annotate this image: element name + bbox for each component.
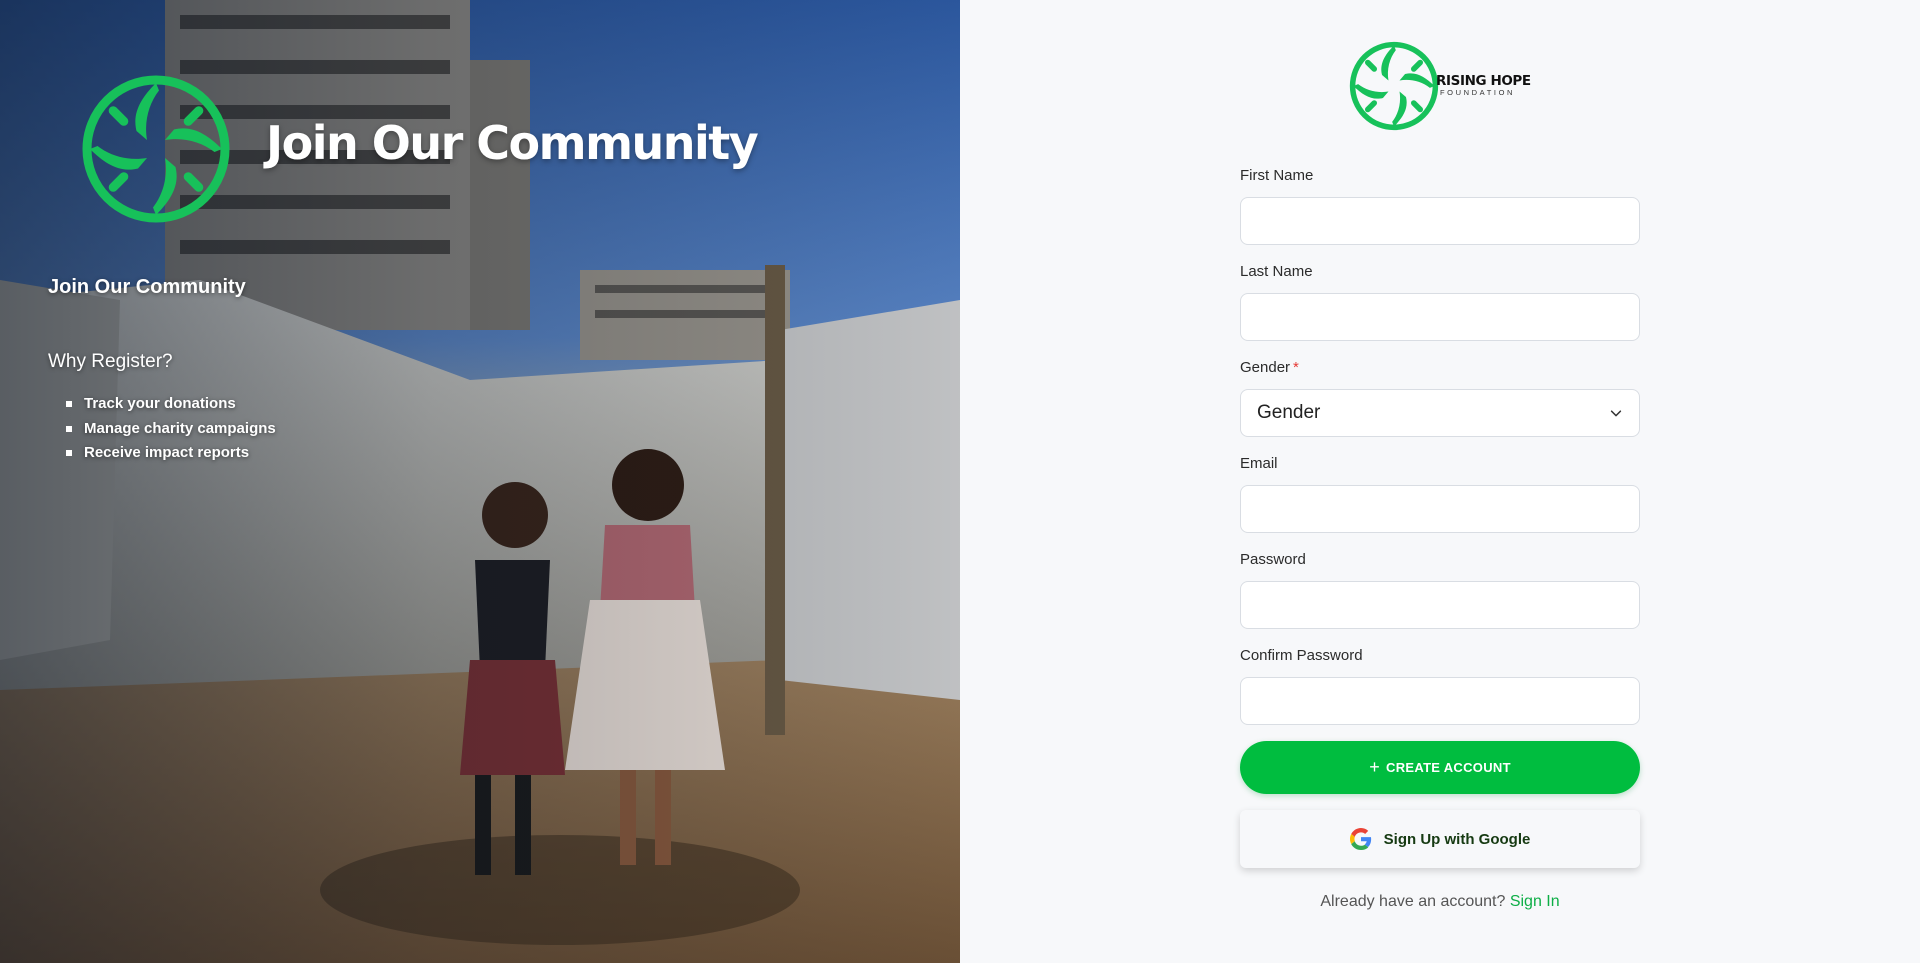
email-input[interactable] — [1240, 485, 1640, 533]
google-signup-label: Sign Up with Google — [1383, 830, 1531, 848]
email-label: Email — [1240, 455, 1278, 472]
signin-prompt: Already have an account? Sign In — [1240, 893, 1640, 911]
gender-field: Gender * Gender — [1240, 358, 1640, 437]
confirm-password-field: Confirm Password — [1240, 646, 1640, 725]
square-bullet-icon — [66, 450, 72, 457]
benefit-item: Manage charity campaigns — [66, 417, 276, 442]
required-marker: * — [1293, 359, 1299, 376]
benefit-item: Track your donations — [66, 392, 276, 417]
hero-panel: Join Our Community Join Our Community Wh… — [0, 0, 960, 963]
signin-prompt-text: Already have an account? — [1320, 893, 1506, 910]
create-account-button[interactable]: + CREATE ACCOUNT — [1240, 741, 1640, 794]
brand-name: RISING HOPE — [1436, 73, 1531, 89]
first-name-label: First Name — [1240, 167, 1314, 184]
square-bullet-icon — [66, 401, 72, 408]
chevron-down-icon — [1610, 410, 1622, 417]
confirm-password-label: Confirm Password — [1240, 647, 1363, 664]
password-input[interactable] — [1240, 581, 1640, 629]
create-account-label: CREATE ACCOUNT — [1386, 760, 1511, 775]
gender-select[interactable]: Gender — [1240, 389, 1640, 437]
gender-label: Gender * — [1240, 359, 1299, 376]
email-field: Email — [1240, 454, 1640, 533]
signup-panel: RISING HOPE FOUNDATION First Name Last N… — [960, 0, 1920, 963]
google-signup-button[interactable]: Sign Up with Google — [1240, 810, 1640, 868]
square-bullet-icon — [66, 425, 72, 432]
google-icon — [1349, 828, 1371, 850]
brand-logo: RISING HOPE FOUNDATION — [1348, 40, 1534, 132]
last-name-input[interactable] — [1240, 293, 1640, 341]
benefits-list: Track your donations Manage charity camp… — [66, 392, 276, 466]
plus-icon: + — [1369, 756, 1380, 777]
brand-tagline: FOUNDATION — [1440, 88, 1516, 97]
hands-circle-logo — [82, 75, 230, 223]
first-name-field: First Name — [1240, 166, 1640, 245]
password-field: Password — [1240, 550, 1640, 629]
signin-link[interactable]: Sign In — [1510, 893, 1560, 910]
password-label: Password — [1240, 551, 1306, 568]
hands-circle-logo-icon — [1349, 41, 1439, 131]
last-name-label: Last Name — [1240, 263, 1313, 280]
why-register-heading: Why Register? — [48, 351, 173, 372]
brand-wordmark: RISING HOPE FOUNDATION — [1436, 74, 1531, 98]
first-name-input[interactable] — [1240, 197, 1640, 245]
gender-selected-value: Gender — [1257, 402, 1321, 423]
benefit-item: Receive impact reports — [66, 441, 276, 466]
last-name-field: Last Name — [1240, 262, 1640, 341]
hero-title: Join Our Community — [266, 116, 759, 170]
confirm-password-input[interactable] — [1240, 677, 1640, 725]
hero-subtitle: Join Our Community — [48, 276, 246, 298]
